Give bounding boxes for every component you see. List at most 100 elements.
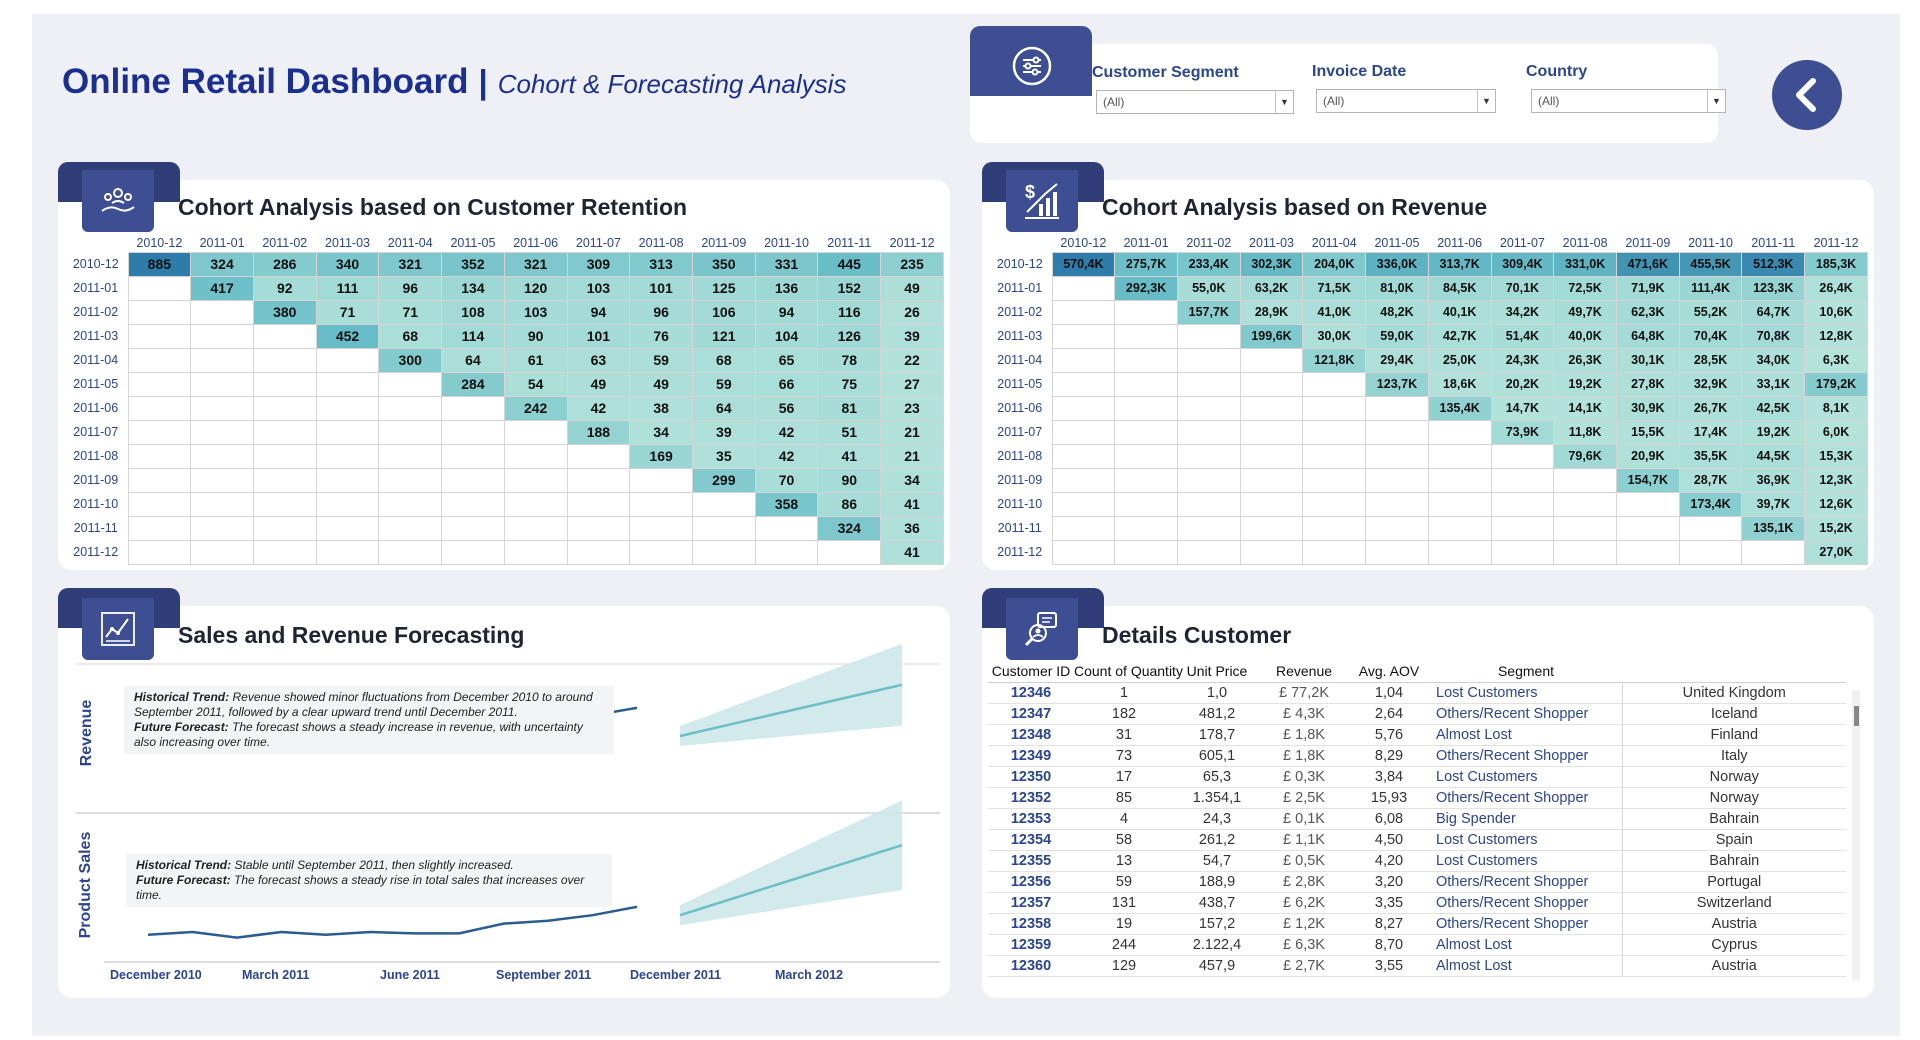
table-cell: 12356 [988,871,1074,893]
table-cell: 17 [1074,766,1174,788]
details-column-header[interactable] [1622,660,1846,683]
table-cell: Lost Customers [1430,682,1622,704]
x-tick-label: March 2012 [775,968,844,982]
table-cell: 188,9 [1174,871,1260,893]
table-cell: 2,64 [1348,703,1430,725]
table-row[interactable]: 12352 85 1.354,1 £ 2,5K 15,93 Others/Recent S… [988,787,1846,809]
table-cell: 31 [1074,724,1174,746]
table-cell: Portugal [1621,871,1846,893]
table-cell: 4 [1074,808,1174,830]
customer-search-icon [1006,598,1078,660]
table-cell: 3,55 [1348,955,1430,977]
details-column-header[interactable]: Unit Price [1174,660,1260,683]
scrollbar-thumb[interactable] [1854,706,1859,726]
table-cell: 13 [1074,850,1174,872]
table-cell: Lost Customers [1430,829,1622,851]
table-cell: £ 6,3K [1260,934,1348,956]
table-cell: 3,84 [1348,766,1430,788]
table-cell: £ 1,1K [1260,829,1348,851]
table-cell: 481,2 [1174,703,1260,725]
table-row[interactable]: 12353 4 24,3 £ 0,1K 6,08 Big Spender Bahrain [988,808,1846,830]
customer-details-table[interactable]: Customer ID Count of Quantity Unit Price Re… [988,660,1846,977]
revenue-note: Historical Trend: Revenue showed minor f… [124,686,614,754]
details-column-header[interactable]: Avg. AOV [1348,660,1430,683]
table-cell: Bahrain [1621,850,1846,872]
table-cell: 6,08 [1348,808,1430,830]
table-cell: Switzerland [1621,892,1846,914]
table-cell: 12354 [988,829,1074,851]
details-column-header[interactable]: Segment [1430,660,1622,683]
table-cell: 8,29 [1348,745,1430,767]
table-row[interactable]: 12355 13 54,7 £ 0,5K 4,20 Lost Customers Bahra… [988,850,1846,872]
table-cell: £ 77,2K [1260,682,1348,704]
details-column-header[interactable]: Count of Quantity [1074,660,1183,683]
table-cell: £ 1,8K [1260,745,1348,767]
table-cell: Others/Recent Shopper [1430,871,1622,893]
table-cell: 19 [1074,913,1174,935]
table-cell: 85 [1074,787,1174,809]
table-cell: Finland [1621,724,1846,746]
table-row[interactable]: 12360 129 457,9 £ 2,7K 3,55 Almost Lost Austri… [988,955,1846,977]
table-cell: 457,9 [1174,955,1260,977]
revenue-note-fc-label: Future Forecast: [134,720,229,734]
table-cell: 131 [1074,892,1174,914]
table-cell: Spain [1621,829,1846,851]
table-cell: £ 0,3K [1260,766,1348,788]
table-cell: Big Spender [1430,808,1622,830]
table-cell: Others/Recent Shopper [1430,892,1622,914]
table-cell: 12355 [988,850,1074,872]
table-row[interactable]: 12356 59 188,9 £ 2,8K 3,20 Others/Recent Shop… [988,871,1846,893]
table-cell: Bahrain [1621,808,1846,830]
table-cell: 12348 [988,724,1074,746]
revenue-note-hist-label: Historical Trend: [134,690,230,704]
table-scrollbar[interactable] [1852,690,1860,980]
details-column-header[interactable]: Customer ID [988,660,1074,683]
details-column-header[interactable]: Revenue [1260,660,1348,683]
table-cell: 12346 [988,682,1074,704]
table-cell: 12347 [988,703,1074,725]
table-cell: Others/Recent Shopper [1430,913,1622,935]
table-cell: 5,76 [1348,724,1430,746]
table-row[interactable]: 12354 58 261,2 £ 1,1K 4,50 Lost Customers Spai… [988,829,1846,851]
table-cell: 605,1 [1174,745,1260,767]
table-row[interactable]: 12347 182 481,2 £ 4,3K 2,64 Others/Recent Sho… [988,703,1846,725]
details-title: Details Customer [1102,622,1292,648]
table-cell: 4,50 [1348,829,1430,851]
table-cell: Norway [1621,766,1846,788]
table-cell: Others/Recent Shopper [1430,787,1622,809]
table-row[interactable]: 12350 17 65,3 £ 0,3K 3,84 Lost Customers Norwa… [988,766,1846,788]
table-cell: £ 0,1K [1260,808,1348,830]
table-cell: 182 [1074,703,1174,725]
table-cell: £ 1,8K [1260,724,1348,746]
table-cell: 157,2 [1174,913,1260,935]
table-row[interactable]: 12346 1 1,0 £ 77,2K 1,04 Lost Customers United… [988,682,1846,704]
table-cell: 261,2 [1174,829,1260,851]
table-cell: £ 4,3K [1260,703,1348,725]
table-cell: Lost Customers [1430,766,1622,788]
table-cell: 58 [1074,829,1174,851]
table-cell: 12360 [988,955,1074,977]
table-row[interactable]: 12358 19 157,2 £ 1,2K 8,27 Others/Recent Shop… [988,913,1846,935]
table-cell: 8,70 [1348,934,1430,956]
x-tick-label: September 2011 [496,968,592,982]
table-cell: £ 1,2K [1260,913,1348,935]
table-cell: £ 0,5K [1260,850,1348,872]
table-row[interactable]: 12359 244 2.122,4 £ 6,3K 8,70 Almost Lost Cypr… [988,934,1846,956]
sales-confidence-band [680,800,902,926]
table-cell: Austria [1621,913,1846,935]
sales-note: Historical Trend: Stable until September… [126,854,612,907]
table-cell: 12357 [988,892,1074,914]
table-cell: 12352 [988,787,1074,809]
table-row[interactable]: 12357 131 438,7 £ 6,2K 3,35 Others/Recent Sho… [988,892,1846,914]
table-cell: 438,7 [1174,892,1260,914]
table-cell: 65,3 [1174,766,1260,788]
table-cell: Norway [1621,787,1846,809]
table-cell: Italy [1621,745,1846,767]
table-cell: 12358 [988,913,1074,935]
table-cell: 12350 [988,766,1074,788]
table-row[interactable]: 12349 73 605,1 £ 1,8K 8,29 Others/Recent Shop… [988,745,1846,767]
table-row[interactable]: 12348 31 178,7 £ 1,8K 5,76 Almost Lost Finland [988,724,1846,746]
sales-note-hist-label: Historical Trend: [136,858,232,872]
table-cell: Almost Lost [1430,934,1622,956]
table-cell: United Kingdom [1621,682,1846,704]
